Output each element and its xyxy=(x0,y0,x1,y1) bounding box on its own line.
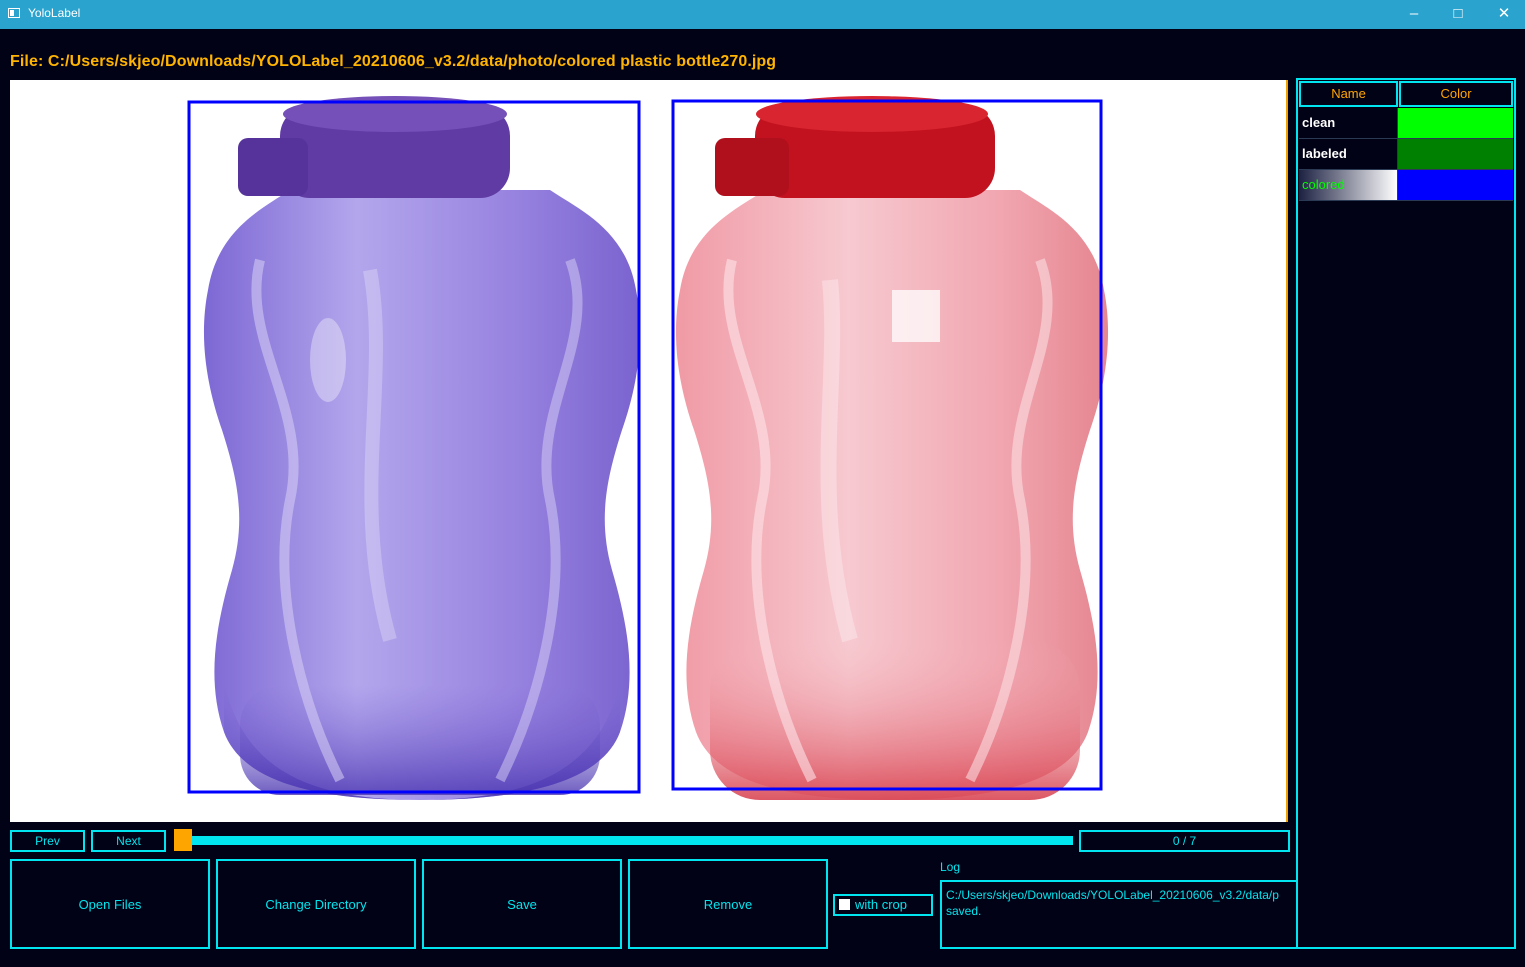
log-line: C:/Users/skjeo/Downloads/YOLOLabel_20210… xyxy=(946,888,1279,902)
class-name: colored xyxy=(1299,170,1398,200)
file-path-label: File: C:/Users/skjeo/Downloads/YOLOLabel… xyxy=(10,53,777,70)
with-crop-checkbox[interactable]: with crop xyxy=(833,894,933,916)
purple-bottle xyxy=(203,96,641,800)
minimize-icon[interactable]: – xyxy=(1394,2,1434,26)
log-output: C:/Users/skjeo/Downloads/YOLOLabel_20210… xyxy=(940,880,1298,949)
name-column-header[interactable]: Name xyxy=(1299,81,1399,107)
slider-handle[interactable] xyxy=(174,829,192,851)
class-name: labeled xyxy=(1299,139,1398,169)
class-name: clean xyxy=(1299,108,1398,138)
with-crop-label: with crop xyxy=(855,897,908,912)
save-button[interactable]: Save xyxy=(422,859,622,949)
remove-button[interactable]: Remove xyxy=(628,859,828,949)
image-slider[interactable] xyxy=(174,836,1073,845)
class-color-swatch[interactable] xyxy=(1398,139,1513,169)
checkbox-box[interactable] xyxy=(839,899,850,910)
log-label: Log xyxy=(940,860,961,874)
title-bar: YoloLabel – □ ✕ xyxy=(0,0,1525,29)
class-row-labeled[interactable]: labeled xyxy=(1299,139,1513,170)
class-color-swatch[interactable] xyxy=(1398,108,1513,138)
app-icon xyxy=(8,8,20,18)
image-canvas[interactable] xyxy=(10,80,1288,822)
class-color-swatch[interactable] xyxy=(1398,170,1513,200)
prev-button[interactable]: Prev xyxy=(10,830,85,852)
class-row-colored[interactable]: colored xyxy=(1299,170,1513,201)
window-title: YoloLabel xyxy=(28,6,81,20)
log-line: saved. xyxy=(946,904,982,918)
open-files-button[interactable]: Open Files xyxy=(10,859,210,949)
image-counter: 0 / 7 xyxy=(1079,830,1290,852)
maximize-icon[interactable]: □ xyxy=(1438,2,1478,26)
next-button[interactable]: Next xyxy=(91,830,166,852)
class-row-clean[interactable]: clean xyxy=(1299,108,1513,139)
close-icon[interactable]: ✕ xyxy=(1484,2,1524,26)
bottle-image xyxy=(187,96,1109,800)
class-table: Name Color clean labeled colored xyxy=(1296,78,1516,949)
red-bottle xyxy=(675,96,1109,800)
change-directory-button[interactable]: Change Directory xyxy=(216,859,416,949)
color-column-header[interactable]: Color xyxy=(1399,81,1513,107)
